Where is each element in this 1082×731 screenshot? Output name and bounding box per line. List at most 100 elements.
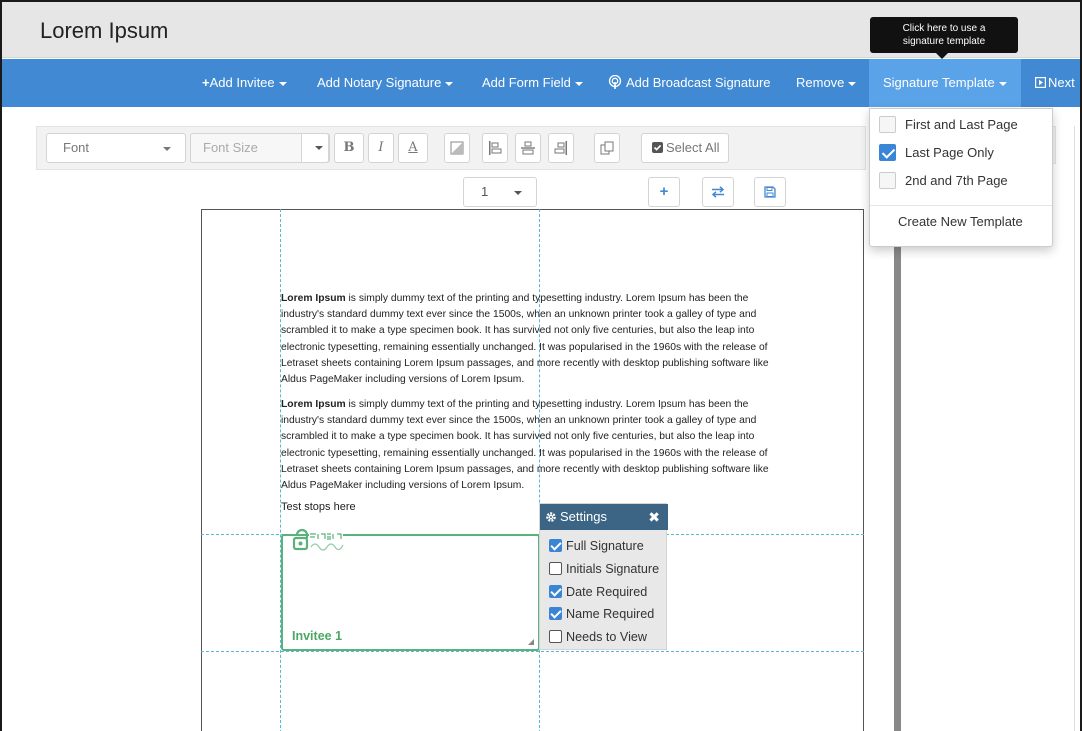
- checkbox-icon[interactable]: [879, 172, 896, 189]
- chevron-down-icon: [514, 191, 522, 195]
- option-date-required[interactable]: Date Required: [549, 581, 647, 603]
- signature-template-menu[interactable]: Signature Template: [869, 59, 1021, 107]
- font-size-input[interactable]: Font Size: [190, 133, 330, 163]
- bold-button[interactable]: B: [334, 133, 364, 163]
- template-2nd-and-7th-page[interactable]: 2nd and 7th Page: [879, 168, 1008, 194]
- page-select-value: 1: [481, 184, 489, 199]
- document-paragraph: Lorem Ipsum is simply dummy text of the …: [281, 291, 786, 388]
- test-stops-text: Test stops here: [281, 501, 356, 513]
- fill-color-button[interactable]: [444, 133, 470, 163]
- option-label: Needs to View: [566, 630, 647, 644]
- font-select[interactable]: Font: [46, 133, 186, 163]
- add-invitee-menu[interactable]: +Add Invitee: [202, 59, 287, 107]
- font-size-dropdown-button[interactable]: [301, 133, 329, 163]
- italic-button[interactable]: I: [368, 133, 394, 163]
- template-label: Last Page Only: [905, 145, 994, 160]
- page-select[interactable]: 1: [463, 177, 537, 207]
- add-broadcast-signature-button[interactable]: Add Broadcast Signature: [608, 59, 771, 107]
- template-label: 2nd and 7th Page: [905, 173, 1008, 188]
- align-right-button[interactable]: [548, 133, 574, 163]
- italic-label: I: [378, 140, 384, 155]
- chevron-down-icon: [445, 81, 454, 86]
- option-full-signature[interactable]: Full Signature: [549, 535, 644, 557]
- format-toolbar: Font Font Size B I A Select All: [36, 126, 866, 170]
- option-label: Name Required: [566, 607, 655, 621]
- chevron-down-icon: [848, 81, 857, 86]
- app-window: Lorem Ipsum Click here to use a signatur…: [0, 0, 1082, 731]
- next-label: Next: [1048, 75, 1075, 90]
- checkbox-icon[interactable]: [549, 539, 562, 552]
- invitee-label: Invitee 1: [292, 629, 343, 643]
- align-left-button[interactable]: [482, 133, 508, 163]
- align-left-icon: [489, 141, 502, 155]
- align-center-button[interactable]: [515, 133, 541, 163]
- tooltip-line-2: signature template: [902, 36, 986, 47]
- option-label: Full Signature: [566, 539, 644, 553]
- font-select-value: Font: [63, 140, 90, 155]
- copy-button[interactable]: [594, 133, 620, 163]
- settings-header: Settings ✖: [540, 504, 668, 530]
- chevron-down-icon: [163, 147, 171, 151]
- select-all-label: Select All: [666, 140, 720, 155]
- gear-icon: [546, 512, 556, 522]
- copy-icon: [600, 141, 614, 155]
- remove-menu[interactable]: Remove: [796, 59, 857, 107]
- chevron-down-icon: [998, 81, 1007, 86]
- chevron-down-icon: [574, 81, 583, 86]
- chevron-down-icon: [315, 146, 323, 150]
- add-form-field-label: Add Form Field: [482, 75, 571, 90]
- checkbox-icon[interactable]: [549, 562, 562, 575]
- option-name-required[interactable]: Name Required: [549, 603, 654, 625]
- save-button[interactable]: [754, 177, 786, 207]
- font-color-button[interactable]: A: [398, 133, 428, 163]
- checkbox-icon[interactable]: [549, 630, 562, 643]
- app-title: Lorem Ipsum: [40, 18, 169, 43]
- font-size-placeholder: Font Size: [203, 140, 258, 155]
- signature-field[interactable]: Invitee 1: [281, 528, 540, 651]
- checkbox-icon[interactable]: [549, 585, 562, 598]
- option-needs-to-view[interactable]: Needs to View: [549, 626, 647, 648]
- checkbox-icon[interactable]: [879, 116, 896, 133]
- add-notary-signature-label: Add Notary Signature: [317, 75, 442, 90]
- swap-icon: [711, 186, 725, 198]
- template-first-and-last-page[interactable]: First and Last Page: [879, 112, 1018, 138]
- align-center-icon: [521, 141, 535, 155]
- add-form-field-menu[interactable]: Add Form Field: [482, 59, 583, 107]
- add-broadcast-signature-label: Add Broadcast Signature: [626, 75, 771, 90]
- resize-handle[interactable]: [528, 639, 534, 645]
- scrollbar-track[interactable]: [1074, 126, 1075, 731]
- remove-label: Remove: [796, 75, 845, 90]
- save-icon: [764, 186, 776, 198]
- signature-template-tooltip: Click here to use a signature template: [870, 17, 1018, 59]
- checkbox-icon[interactable]: [879, 144, 896, 161]
- create-new-template-item[interactable]: Create New Template: [898, 214, 1023, 229]
- checkbox-icon[interactable]: [549, 607, 562, 620]
- option-initials-signature[interactable]: Initials Signature: [549, 558, 659, 580]
- signature-template-label: Signature Template: [883, 75, 995, 90]
- settings-title: Settings: [560, 509, 607, 524]
- document-paragraph: Lorem Ipsum is simply dummy text of the …: [281, 397, 786, 494]
- align-right-icon: [554, 141, 567, 155]
- secured-signing-logo: [292, 528, 344, 551]
- main-navbar: +Add Invitee Add Notary Signature Add Fo…: [2, 59, 1080, 107]
- close-icon[interactable]: ✖: [648, 504, 660, 530]
- chevron-down-icon: [278, 81, 287, 86]
- guide-line: [201, 651, 864, 652]
- template-label: First and Last Page: [905, 117, 1018, 132]
- paragraph-bold: Lorem Ipsum: [281, 293, 346, 304]
- next-icon: [1034, 76, 1047, 89]
- template-last-page-only[interactable]: Last Page Only: [879, 140, 994, 166]
- add-notary-signature-menu[interactable]: Add Notary Signature: [317, 59, 454, 107]
- select-all-button[interactable]: Select All: [641, 133, 729, 163]
- add-page-button[interactable]: +: [648, 177, 680, 207]
- add-invitee-label: Add Invitee: [209, 75, 275, 90]
- settings-panel: Settings ✖ Full Signature Initials Signa…: [539, 503, 668, 650]
- swap-button[interactable]: [702, 177, 734, 207]
- plus-icon: +: [202, 75, 210, 90]
- font-color-label: A: [408, 140, 418, 155]
- next-button[interactable]: Next: [1034, 59, 1075, 107]
- signature-template-dropdown: First and Last Page Last Page Only 2nd a…: [869, 108, 1053, 247]
- option-label: Date Required: [566, 585, 648, 599]
- menu-divider: [870, 205, 1052, 206]
- bold-label: B: [343, 140, 355, 155]
